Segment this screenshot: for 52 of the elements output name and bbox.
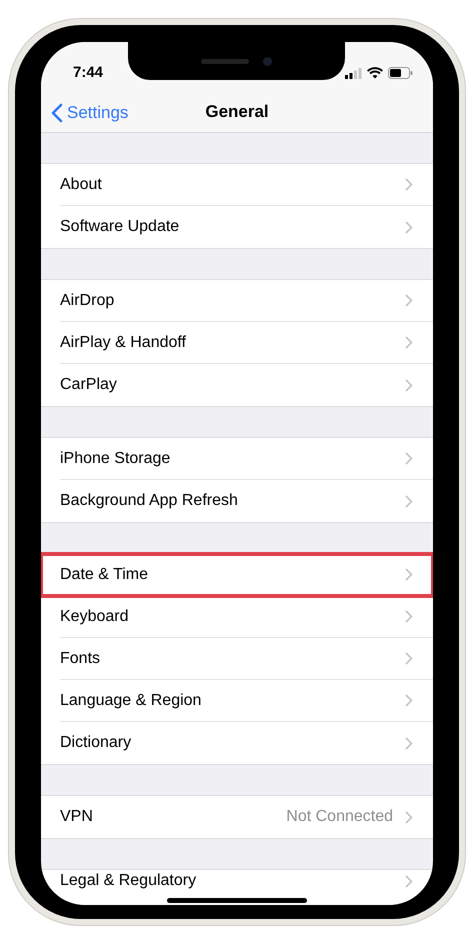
row-label: Language & Region	[60, 690, 202, 710]
settings-row[interactable]: Keyboard	[41, 596, 433, 638]
chevron-icon	[405, 494, 413, 508]
chevron-icon	[405, 652, 413, 665]
row-label: Legal & Regulatory	[60, 871, 196, 891]
row-value: Not Connected	[286, 807, 393, 827]
settings-row[interactable]: Software Update	[41, 206, 433, 248]
row-label: Keyboard	[60, 606, 128, 626]
settings-row[interactable]: Date & Time	[41, 554, 433, 596]
row-label: Fonts	[60, 648, 100, 668]
back-button[interactable]: Settings	[51, 100, 128, 126]
settings-row[interactable]: Legal & Regulatory	[41, 870, 433, 905]
settings-row[interactable]: Language & Region	[41, 680, 433, 722]
chevron-icon	[405, 610, 413, 623]
row-label: AirDrop	[60, 290, 114, 310]
speaker-icon	[201, 58, 249, 64]
chevron-icon	[405, 378, 413, 392]
chevron-icon	[405, 810, 413, 824]
camera-icon	[263, 56, 272, 66]
chevron-icon	[405, 178, 413, 191]
row-label: Dictionary	[60, 733, 132, 753]
settings-row[interactable]: Fonts	[41, 638, 433, 680]
chevron-icon	[405, 736, 413, 750]
chevron-icon	[405, 874, 413, 888]
signal-icon	[345, 68, 362, 78]
back-chevron-icon	[51, 102, 63, 123]
battery-icon	[388, 67, 413, 79]
page-title: General	[205, 101, 269, 124]
settings-row[interactable]: VPN Not Connected	[41, 796, 433, 838]
row-label: CarPlay	[60, 375, 117, 395]
row-label: iPhone Storage	[60, 448, 170, 468]
row-label: Background App Refresh	[60, 491, 238, 511]
row-label: AirPlay & Handoff	[60, 332, 186, 352]
chevron-icon	[405, 220, 413, 234]
settings-row[interactable]: AirDrop	[41, 280, 433, 322]
row-label: VPN	[60, 807, 93, 827]
wifi-icon	[367, 67, 383, 79]
row-label: About	[60, 174, 102, 194]
settings-row[interactable]: About	[41, 164, 433, 206]
settings-row[interactable]: AirPlay & Handoff	[41, 322, 433, 364]
chevron-icon	[405, 336, 413, 349]
status-time: 7:44	[73, 62, 104, 83]
settings-row[interactable]: Dictionary	[41, 722, 433, 764]
settings-row[interactable]: iPhone Storage	[41, 438, 433, 480]
chevron-icon	[405, 452, 413, 465]
chevron-icon	[405, 294, 413, 307]
chevron-icon	[405, 568, 413, 581]
settings-row[interactable]: Background App Refresh	[41, 480, 433, 522]
row-label: Software Update	[60, 217, 180, 237]
chevron-icon	[405, 694, 413, 707]
row-label: Date & Time	[60, 564, 148, 584]
settings-row[interactable]: CarPlay	[41, 364, 433, 406]
